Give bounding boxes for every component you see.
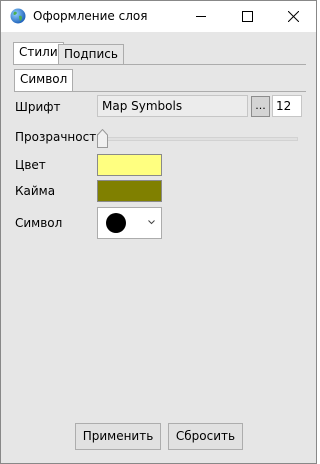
- layer-style-window: Оформление слоя Стили Подпись Символ Шри…: [0, 0, 317, 464]
- fill-color-swatch[interactable]: [97, 154, 162, 176]
- minimize-icon: [196, 16, 206, 17]
- filled-circle-icon: [106, 213, 126, 233]
- slider-thumb[interactable]: [97, 129, 108, 148]
- font-field[interactable]: Map Symbols: [97, 95, 248, 117]
- tab-styles[interactable]: Стили: [13, 42, 64, 65]
- close-button[interactable]: [271, 1, 316, 32]
- subtab-divider: [14, 91, 306, 92]
- tab-divider: [13, 64, 306, 65]
- tab-caption[interactable]: Подпись: [58, 44, 124, 64]
- close-icon: [288, 11, 299, 22]
- color-label: Цвет: [15, 158, 46, 172]
- chevron-down-icon: [148, 220, 155, 225]
- font-browse-button[interactable]: ...: [251, 96, 270, 117]
- maximize-icon: [242, 11, 253, 22]
- minimize-button[interactable]: [179, 1, 224, 32]
- border-label: Кайма: [15, 184, 56, 198]
- symbol-label: Символ: [15, 216, 63, 230]
- font-label: Шрифт: [15, 100, 61, 114]
- globe-icon: [10, 8, 26, 24]
- border-color-swatch[interactable]: [97, 180, 162, 202]
- title-bar[interactable]: Оформление слоя: [1, 1, 316, 32]
- dialog-body: Стили Подпись Символ Шрифт Map Symbols .…: [1, 32, 316, 463]
- window-title: Оформление слоя: [33, 9, 148, 23]
- maximize-button[interactable]: [225, 1, 270, 32]
- apply-button[interactable]: Применить: [75, 423, 161, 450]
- font-size-field[interactable]: 12: [272, 95, 302, 117]
- transparency-label: Прозрачность: [15, 130, 104, 144]
- symbol-select[interactable]: [97, 207, 162, 239]
- subtab-symbol[interactable]: Символ: [14, 69, 74, 92]
- transparency-slider[interactable]: [99, 137, 298, 141]
- reset-button[interactable]: Сбросить: [168, 423, 243, 450]
